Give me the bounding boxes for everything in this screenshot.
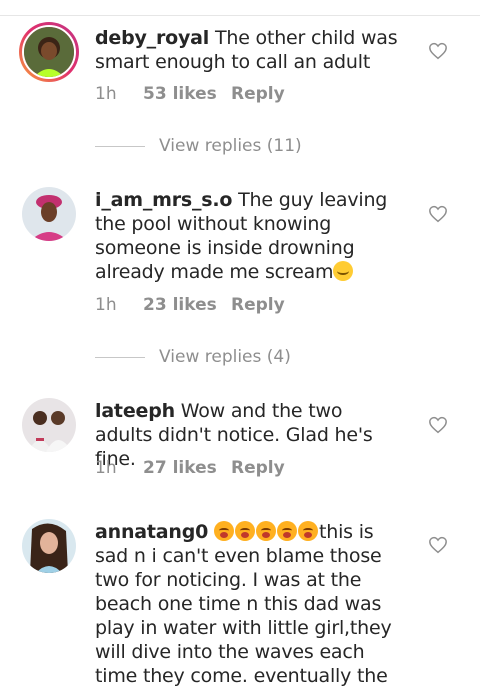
loudly-crying-face-emoji xyxy=(298,521,318,541)
loudly-crying-face-emoji xyxy=(235,521,255,541)
comment-time: 1h xyxy=(95,458,117,478)
comment-meta: 1h 53 likes Reply xyxy=(95,82,345,106)
smiling-face-emoji xyxy=(333,261,354,281)
comment-username[interactable]: lateeph xyxy=(95,400,175,422)
view-replies-button[interactable]: View replies (4) xyxy=(95,345,355,369)
heart-outline-icon[interactable] xyxy=(428,536,448,554)
likes-count[interactable]: 27 likes xyxy=(143,456,217,480)
avatar[interactable] xyxy=(22,398,76,452)
heart-outline-icon[interactable] xyxy=(428,42,448,60)
heart-outline-icon[interactable] xyxy=(428,416,448,434)
likes-count[interactable]: 53 likes xyxy=(143,82,217,106)
comment-text: annatang0 this is sad n i can't even bla… xyxy=(95,520,405,688)
comment-time: 1h xyxy=(95,84,117,104)
top-bar xyxy=(0,0,480,16)
view-replies-label: View replies (11) xyxy=(159,136,302,156)
loudly-crying-face-emoji xyxy=(277,521,297,541)
view-replies-label: View replies (4) xyxy=(159,347,291,367)
loudly-crying-face-emoji xyxy=(256,521,276,541)
comment-body: this is sad n i can't even blame those t… xyxy=(95,521,392,687)
comment-username[interactable]: deby_royal xyxy=(95,27,209,49)
view-replies-button[interactable]: View replies (11) xyxy=(95,134,355,158)
comment-text: deby_royal The other child was smart eno… xyxy=(95,26,405,74)
comment-username[interactable]: i_am_mrs_s.o xyxy=(95,189,232,211)
reply-button[interactable]: Reply xyxy=(231,456,285,480)
comment-text: i_am_mrs_s.o The guy leaving the pool wi… xyxy=(95,188,405,284)
comment-time: 1h xyxy=(95,295,117,315)
comment-meta: 1h 27 likes Reply xyxy=(95,456,345,480)
comment-username[interactable]: annatang0 xyxy=(95,521,208,543)
likes-count[interactable]: 23 likes xyxy=(143,293,217,317)
view-replies-divider xyxy=(95,357,145,358)
heart-outline-icon[interactable] xyxy=(428,205,448,223)
loudly-crying-face-emoji xyxy=(214,521,234,541)
avatar[interactable] xyxy=(22,519,76,573)
reply-button[interactable]: Reply xyxy=(231,293,285,317)
comment-meta: 1h 23 likes Reply xyxy=(95,293,345,317)
reply-button[interactable]: Reply xyxy=(231,82,285,106)
avatar[interactable] xyxy=(22,187,76,241)
view-replies-divider xyxy=(95,146,145,147)
avatar[interactable] xyxy=(19,22,79,82)
